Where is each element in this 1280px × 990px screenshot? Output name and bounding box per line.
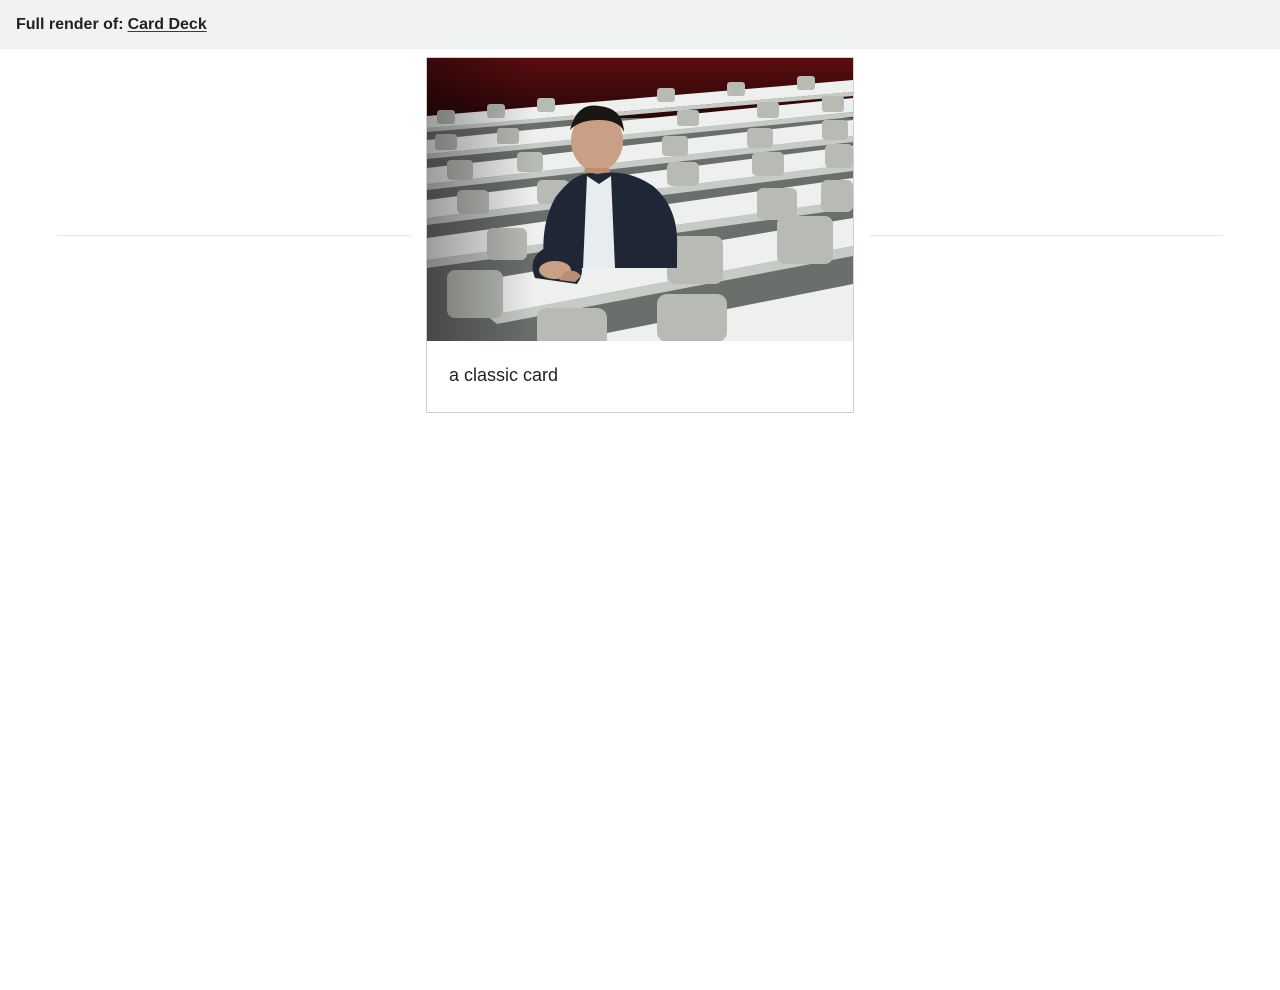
card-caption: a classic card	[449, 365, 559, 385]
top-bar: Full render of: Card Deck	[0, 0, 1280, 49]
lecture-hall-photo	[427, 58, 853, 341]
card-body: a classic card	[427, 341, 853, 412]
card-image	[427, 58, 853, 341]
card: a classic card	[426, 57, 854, 413]
divider-left	[57, 235, 411, 236]
render-label: Full render of:	[16, 15, 124, 33]
card-deck-link[interactable]: Card Deck	[128, 16, 207, 34]
divider-right	[870, 235, 1223, 236]
